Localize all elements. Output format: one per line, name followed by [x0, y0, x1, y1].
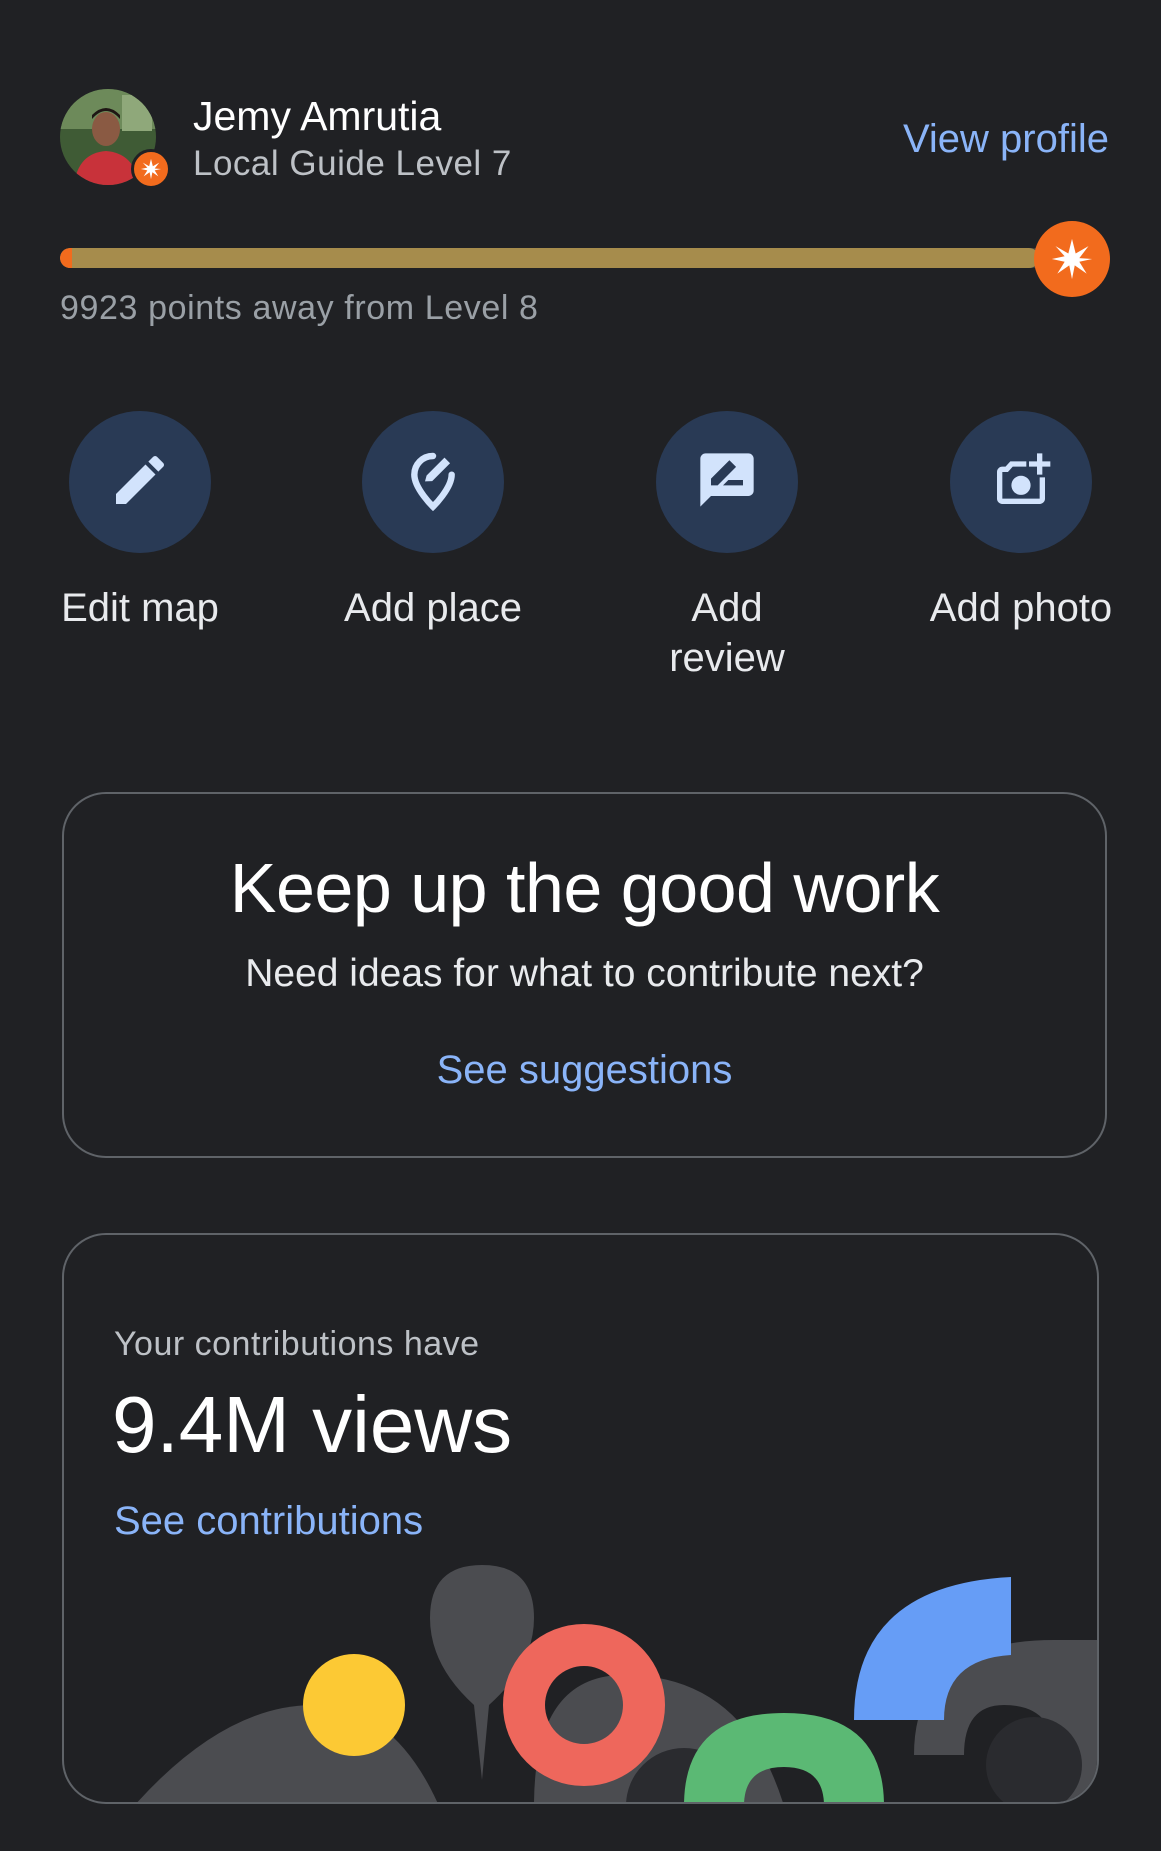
local-guide-star-icon — [131, 149, 171, 189]
add-photo-camera-icon — [989, 448, 1053, 517]
add-place-circle[interactable] — [362, 411, 504, 553]
rate-review-icon — [695, 448, 759, 517]
add-photo-circle[interactable] — [950, 411, 1092, 553]
contributions-card: Your contributions have 9.4M views See c… — [62, 1233, 1099, 1804]
add-place-label: Add place — [344, 586, 522, 630]
user-name: Jemy Amrutia — [193, 93, 442, 139]
next-level-star-icon — [1034, 221, 1110, 297]
edit-map-label: Edit map — [61, 586, 219, 630]
contributions-label: Your contributions have — [114, 1325, 480, 1363]
add-review-label: Add review — [669, 586, 785, 680]
edit-map-circle[interactable] — [69, 411, 211, 553]
add-photo-button[interactable]: Add photo — [891, 411, 1151, 633]
edit-map-button[interactable]: Edit map — [10, 411, 270, 633]
level-progress-bar — [60, 248, 1069, 268]
progress-caption: 9923 points away from Level 8 — [60, 289, 539, 327]
add-photo-label: Add photo — [929, 586, 1113, 630]
add-review-button[interactable]: Add review — [597, 411, 857, 683]
local-guide-level: Local Guide Level 7 — [193, 144, 512, 183]
add-place-pin-icon — [401, 448, 465, 517]
contributions-views: 9.4M views — [112, 1380, 513, 1469]
suggestion-subtitle: Need ideas for what to contribute next? — [245, 952, 924, 995]
add-review-circle[interactable] — [656, 411, 798, 553]
level-progress-fill — [60, 248, 1039, 268]
see-contributions-link[interactable]: See contributions — [114, 1499, 423, 1544]
pencil-icon — [108, 448, 172, 517]
see-suggestions-link[interactable]: See suggestions — [437, 1048, 733, 1093]
view-profile-link[interactable]: View profile — [903, 117, 1109, 162]
add-place-button[interactable]: Add place — [303, 411, 563, 633]
suggestion-title: Keep up the good work — [229, 849, 940, 927]
suggestion-card: Keep up the good work Need ideas for wha… — [62, 792, 1107, 1158]
